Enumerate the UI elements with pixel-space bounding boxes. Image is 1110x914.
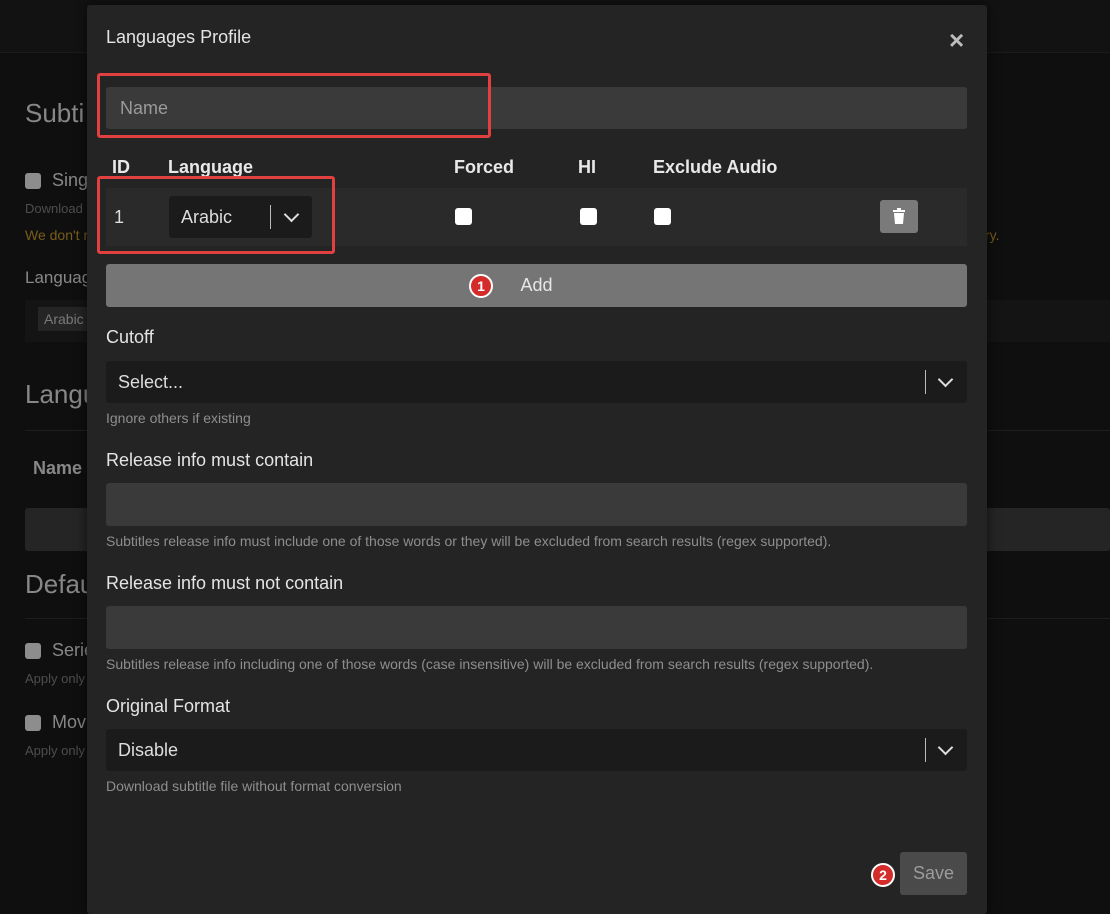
cutoff-select[interactable]: Select...: [106, 361, 967, 403]
original-format-hint: Download subtitle file without format co…: [106, 778, 402, 794]
hi-checkbox[interactable]: [580, 208, 597, 225]
column-header-id: ID: [112, 157, 130, 177]
select-separator: [925, 370, 926, 394]
chevron-down-icon[interactable]: [937, 371, 954, 388]
column-header-exclude-audio: Exclude Audio: [653, 157, 778, 177]
trash-icon: [893, 208, 905, 224]
must-contain-hint: Subtitles release info must include one …: [106, 533, 832, 549]
add-language-button[interactable]: Add: [106, 264, 967, 307]
exclude-audio-checkbox[interactable]: [654, 208, 671, 225]
highlight-language-select: [97, 176, 335, 254]
forced-checkbox[interactable]: [455, 208, 472, 225]
languages-profile-modal: Languages Profile × ID Language Forced H…: [87, 5, 987, 914]
column-header-language: Language: [168, 157, 254, 177]
must-not-contain-label: Release info must not contain: [106, 573, 344, 593]
must-contain-input[interactable]: [106, 483, 967, 526]
original-format-select[interactable]: Disable: [106, 729, 967, 771]
must-contain-label: Release info must contain: [106, 450, 314, 470]
delete-row-button[interactable]: [880, 200, 918, 233]
step-badge-2: 2: [871, 863, 895, 887]
column-header-hi: HI: [578, 157, 596, 177]
must-not-contain-hint: Subtitles release info including one of …: [106, 656, 874, 672]
cutoff-label: Cutoff: [106, 327, 154, 347]
must-not-contain-input[interactable]: [106, 606, 967, 649]
cutoff-select-value: Select...: [118, 372, 184, 392]
close-icon[interactable]: ×: [949, 27, 964, 53]
original-format-label: Original Format: [106, 696, 231, 716]
cutoff-hint: Ignore others if existing: [106, 410, 251, 426]
chevron-down-icon[interactable]: [937, 739, 954, 756]
modal-title: Languages Profile: [106, 27, 252, 47]
step-badge-1: 1: [469, 274, 493, 298]
original-format-select-value: Disable: [118, 740, 179, 760]
column-header-forced: Forced: [454, 157, 515, 177]
save-button[interactable]: Save: [900, 852, 967, 895]
select-separator: [925, 738, 926, 762]
highlight-name-input: [97, 73, 491, 138]
